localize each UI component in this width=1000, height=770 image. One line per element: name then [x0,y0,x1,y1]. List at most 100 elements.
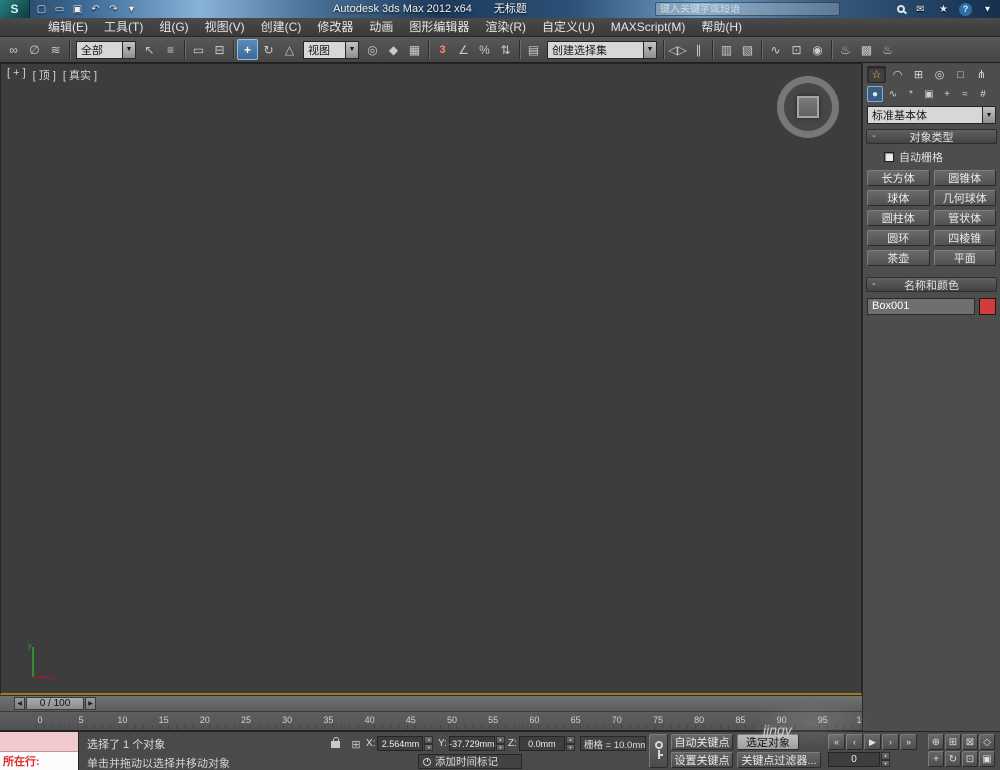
box-button[interactable]: 长方体 [867,170,930,186]
chevron-down-icon[interactable]: ▼ [643,40,657,59]
selection-lock-icon[interactable] [331,737,340,748]
motion-tab[interactable]: ◎ [930,66,949,83]
maxscript-mini-listener[interactable]: 所在行: [0,732,79,770]
systems-category[interactable]: # [975,86,991,102]
communication-center-icon[interactable]: ✉ [913,2,928,17]
menu-group[interactable]: 组(G) [151,18,196,36]
time-slider-handle[interactable]: 0 / 100 [26,697,84,710]
save-file-icon[interactable]: ▣ [70,2,85,17]
spinner-up-icon[interactable]: ▲ [495,736,505,744]
open-file-icon[interactable]: ▭ [52,2,67,17]
primitive-category-dropdown[interactable]: 标准基本体 ▼ [867,106,996,124]
zoom-extents-icon[interactable]: ⊠ [962,734,978,750]
chevron-down-icon[interactable]: ▼ [982,106,996,124]
select-and-scale-icon[interactable]: △ [279,39,300,60]
select-and-move-icon[interactable]: + [237,39,258,60]
sphere-button[interactable]: 球体 [867,190,930,206]
helpers-category[interactable]: + [939,86,955,102]
next-frame-button[interactable]: › [882,734,899,750]
object-name-field[interactable]: Box001 [867,298,975,315]
field-of-view-icon[interactable]: ◇ [979,734,995,750]
chevron-down-icon[interactable]: ▼ [122,40,136,59]
angle-snap-icon[interactable]: ∠ [453,39,474,60]
menu-customize[interactable]: 自定义(U) [534,18,603,36]
viewport-menu-view[interactable]: [ 顶 ] [33,67,56,83]
tube-button[interactable]: 管状体 [933,210,996,226]
bind-to-space-warp-icon[interactable]: ≋ [45,39,66,60]
zoom-region-icon[interactable]: ⊡ [962,751,978,767]
shapes-category[interactable]: ∿ [885,86,901,102]
rollout-object-type[interactable]: - 对象类型 [866,129,997,144]
infocenter-dropdown-icon[interactable]: ▾ [980,2,995,17]
snap-toggle-3d-icon[interactable]: 3 [432,39,453,60]
track-bar[interactable]: 0510152025303540455055606570758085909510… [0,711,862,731]
play-button[interactable]: ▶ [864,734,881,750]
graphite-modeling-icon[interactable]: ▧ [737,39,758,60]
use-pivot-point-center-icon[interactable]: ◎ [362,39,383,60]
rollout-collapse-icon[interactable]: - [872,130,876,142]
viewport-menu-shading[interactable]: [ 真实 ] [63,67,97,83]
x-spinner[interactable]: ▲ ▼ [424,736,434,751]
spinner-up-icon[interactable]: ▲ [565,736,575,744]
reference-coordinate-dropdown[interactable]: 视图 ▼ [303,40,359,59]
listener-script-row[interactable]: 所在行: [0,751,78,770]
z-value-field[interactable]: 0.0mm [518,736,565,751]
spinner-down-icon[interactable]: ▼ [881,759,890,767]
render-setup-icon[interactable]: ♨ [835,39,856,60]
listener-macro-row[interactable] [0,732,78,752]
utilities-tab[interactable]: ⋔ [972,66,991,83]
y-value-field[interactable]: -37.729mm [448,736,495,751]
spinner-up-icon[interactable]: ▲ [424,736,434,744]
frame-spinner[interactable]: ▲ ▼ [881,752,890,767]
mirror-icon[interactable]: ◁▷ [667,39,688,60]
menu-animation[interactable]: 动画 [361,18,401,36]
spinner-up-icon[interactable]: ▲ [881,752,890,760]
schematic-view-icon[interactable]: ⊡ [786,39,807,60]
hierarchy-tab[interactable]: ⊞ [909,66,928,83]
next-frame-arrow-icon[interactable]: ▶ [85,697,96,710]
x-value-field[interactable]: 2.564mm [377,736,424,751]
menu-rendering[interactable]: 渲染(R) [477,18,534,36]
spinner-down-icon[interactable]: ▼ [424,743,434,751]
create-tab[interactable]: ☆ [867,66,886,83]
infocenter-search[interactable] [655,2,840,16]
render-production-icon[interactable]: ♨ [877,39,898,60]
spinner-down-icon[interactable]: ▼ [495,743,505,751]
search-icon[interactable] [897,5,905,13]
geometry-category[interactable]: ● [867,86,883,102]
torus-button[interactable]: 圆环 [867,230,930,246]
menu-create[interactable]: 创建(C) [253,18,310,36]
autogrid-checkbox[interactable] [884,152,894,162]
go-to-start-button[interactable]: « [828,734,845,750]
menu-help[interactable]: 帮助(H) [693,18,750,36]
cameras-category[interactable]: ▣ [921,86,937,102]
select-object-icon[interactable]: ↖ [139,39,160,60]
layer-manager-icon[interactable]: ▥ [716,39,737,60]
viewcube[interactable] [777,76,839,138]
rendered-frame-window-icon[interactable]: ▩ [856,39,877,60]
menu-modifiers[interactable]: 修改器 [309,18,361,36]
window-crossing-toggle-icon[interactable]: ⊟ [209,39,230,60]
lights-category[interactable]: * [903,86,919,102]
z-spinner[interactable]: ▲ ▼ [565,736,575,751]
named-selection-sets-dropdown[interactable]: 创建选择集 ▼ [547,40,657,59]
teapot-button[interactable]: 茶壶 [867,250,930,266]
object-color-swatch[interactable] [979,298,996,315]
select-and-link-icon[interactable]: ∞ [3,39,24,60]
menu-graph-editors[interactable]: 图形编辑器 [401,18,477,36]
time-tag-field[interactable]: 添加时间标记 [418,754,522,769]
space-warps-category[interactable]: ≈ [957,86,973,102]
zoom-icon[interactable]: ⊕ [928,734,944,750]
help-icon[interactable]: ? [959,2,972,16]
new-scene-icon[interactable]: ▢ [34,2,49,17]
keyboard-shortcut-override-icon[interactable]: ▦ [404,39,425,60]
zoom-all-icon[interactable]: ⊞ [945,734,961,750]
undo-icon[interactable]: ↶ [88,2,103,17]
percent-snap-icon[interactable]: % [474,39,495,60]
display-tab[interactable]: □ [951,66,970,83]
unlink-selection-icon[interactable]: ∅ [24,39,45,60]
cone-button[interactable]: 圆锥体 [933,170,996,186]
set-key-mode-button[interactable] [649,734,668,768]
key-filters-button[interactable]: 关键点过滤器... [737,752,821,768]
select-by-name-icon[interactable]: ≡ [160,39,181,60]
